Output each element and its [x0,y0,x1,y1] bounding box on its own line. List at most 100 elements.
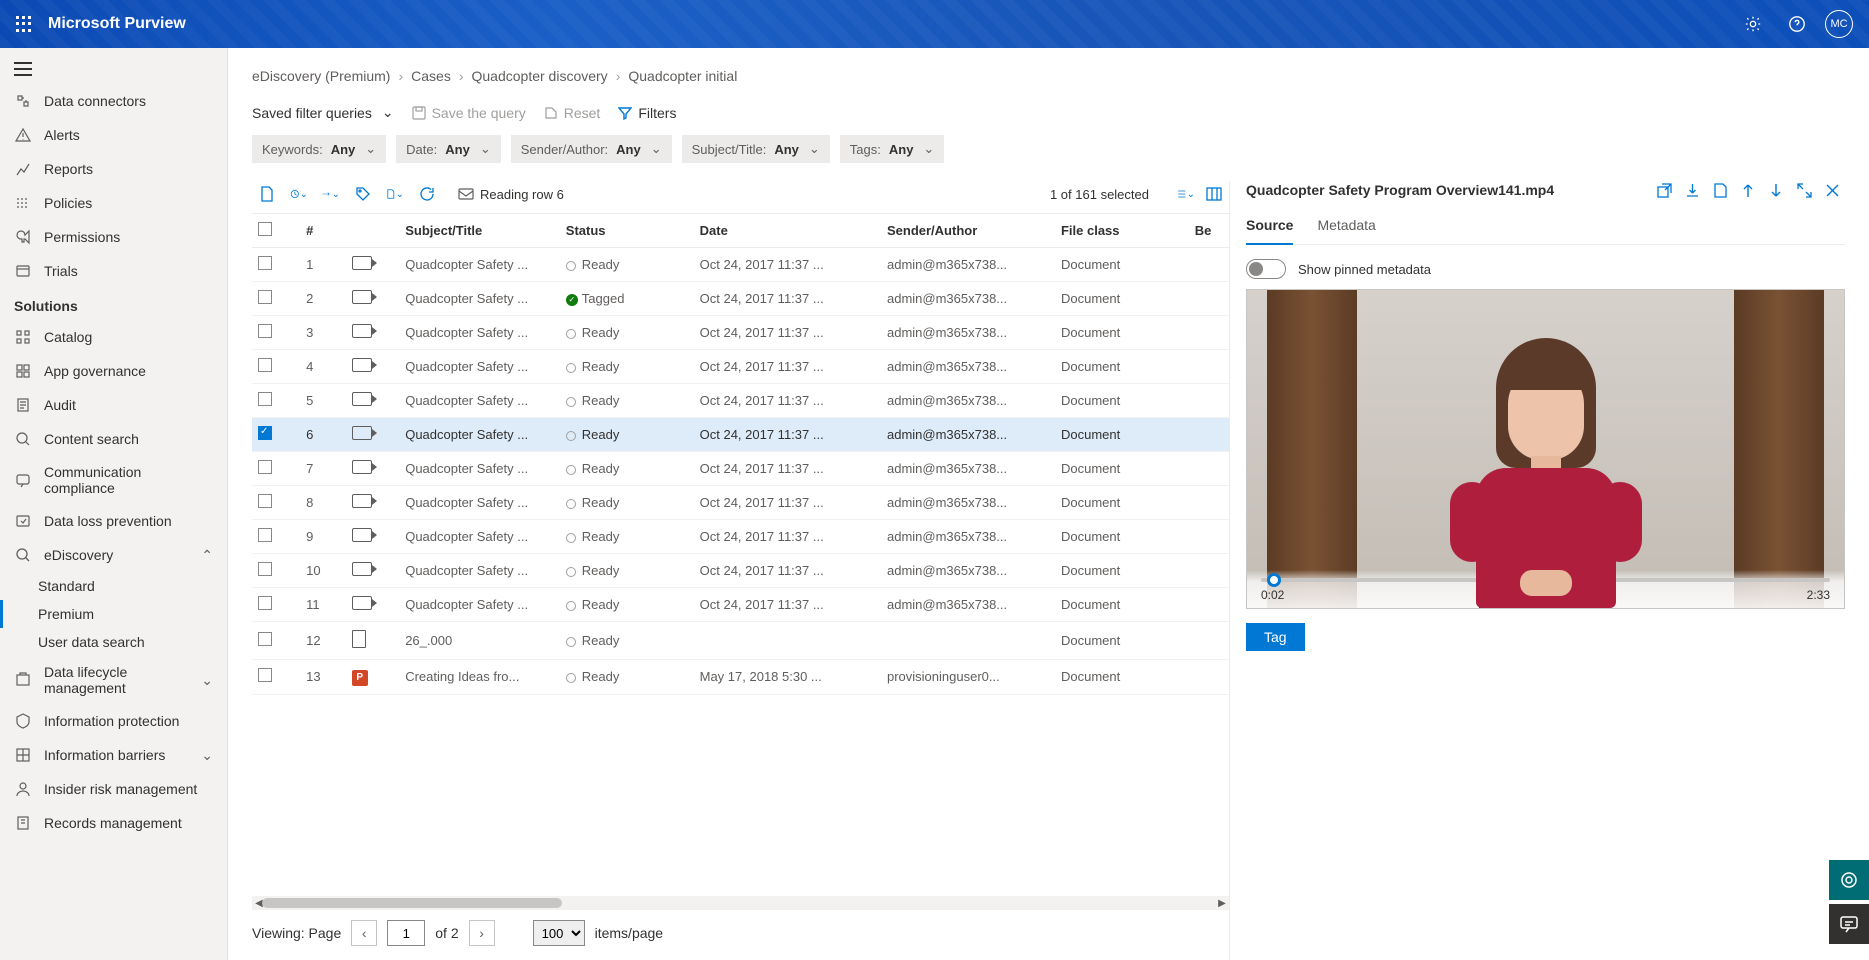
list-view-icon[interactable]: ⌄ [1177,185,1195,203]
relate-icon[interactable]: ⌄ [322,185,340,203]
column-header[interactable]: Sender/Author [881,214,1055,248]
download-icon[interactable] [1683,181,1701,199]
file-icon[interactable] [1711,181,1729,199]
filter-chip[interactable]: Date: Any ⌄ [396,135,501,163]
table-row[interactable]: 10Quadcopter Safety ...ReadyOct 24, 2017… [252,554,1229,588]
column-header[interactable]: Date [694,214,881,248]
nav-item[interactable]: Information protection [0,704,227,738]
tag-action-icon[interactable] [354,185,372,203]
nav-item[interactable]: Permissions [0,220,227,254]
filter-chip[interactable]: Keywords: Any ⌄ [252,135,386,163]
settings-icon[interactable] [1737,8,1769,40]
down-arrow-icon[interactable] [1767,181,1785,199]
sync-icon[interactable]: ⌄ [290,185,308,203]
column-header[interactable]: File class [1055,214,1189,248]
nav-item[interactable]: Records management [0,806,227,840]
nav-item[interactable]: Data connectors [0,84,227,118]
table-row[interactable]: 6Quadcopter Safety ...ReadyOct 24, 2017 … [252,418,1229,452]
tag-button[interactable]: Tag [1246,623,1305,651]
user-avatar[interactable]: MC [1825,10,1853,38]
row-checkbox[interactable] [258,460,272,474]
nav-item[interactable]: App governance [0,354,227,388]
expand-icon[interactable] [1795,181,1813,199]
save-query-button[interactable]: Save the query [412,105,526,121]
column-header[interactable]: Status [560,214,694,248]
table-row[interactable]: 1226_.000ReadyDocument [252,622,1229,660]
pager-page-input[interactable] [387,920,425,946]
row-checkbox[interactable] [258,392,272,406]
pinned-metadata-toggle[interactable] [1246,259,1286,279]
filter-chip[interactable]: Sender/Author: Any ⌄ [511,135,672,163]
row-checkbox[interactable] [258,632,272,646]
tab-metadata[interactable]: Metadata [1317,209,1375,244]
nav-item[interactable]: Communication compliance [0,456,227,504]
nav-sub-item[interactable]: Standard [0,572,227,600]
nav-item[interactable]: Trials [0,254,227,288]
row-checkbox[interactable] [258,426,272,440]
row-checkbox[interactable] [258,596,272,610]
table-row[interactable]: 5Quadcopter Safety ...ReadyOct 24, 2017 … [252,384,1229,418]
row-checkbox[interactable] [258,324,272,338]
column-header[interactable]: Be [1189,214,1229,248]
row-checkbox[interactable] [258,358,272,372]
video-player[interactable]: 0:02 2:33 [1246,289,1845,609]
nav-item[interactable]: Audit [0,388,227,422]
table-row[interactable]: 1Quadcopter Safety ...ReadyOct 24, 2017 … [252,248,1229,282]
tab-source[interactable]: Source [1246,209,1293,245]
nav-item[interactable]: Data loss prevention [0,504,227,538]
refresh-icon[interactable] [418,185,436,203]
row-checkbox[interactable] [258,256,272,270]
row-checkbox[interactable] [258,290,272,304]
row-checkbox[interactable] [258,494,272,508]
pager-size-select[interactable]: 100 [533,920,585,946]
close-icon[interactable] [1823,181,1841,199]
nav-item[interactable]: Reports [0,152,227,186]
column-header[interactable]: # [300,214,346,248]
table-row[interactable]: 7Quadcopter Safety ...ReadyOct 24, 2017 … [252,452,1229,486]
row-checkbox[interactable] [258,528,272,542]
table-row[interactable]: 13PCreating Ideas fro...ReadyMay 17, 201… [252,660,1229,695]
nav-ediscovery[interactable]: eDiscovery ⌃ [0,538,227,572]
saved-queries-dropdown[interactable]: Saved filter queries⌄ [252,104,394,121]
file-action-icon[interactable] [258,185,276,203]
feedback-fab[interactable] [1829,860,1869,900]
select-all-checkbox[interactable] [258,222,272,236]
horizontal-scrollbar[interactable]: ◀▶ [252,896,1229,910]
column-header[interactable] [346,214,400,248]
breadcrumb-item[interactable]: Cases [411,68,451,84]
breadcrumb-item[interactable]: Quadcopter initial [628,68,737,84]
row-checkbox[interactable] [258,562,272,576]
file-menu-icon[interactable]: ⌄ [386,185,404,203]
nav-item[interactable]: Information barriers⌄ [0,738,227,772]
breadcrumb-item[interactable]: eDiscovery (Premium) [252,68,390,84]
row-checkbox[interactable] [258,668,272,682]
table-row[interactable]: 2Quadcopter Safety ...TaggedOct 24, 2017… [252,282,1229,316]
column-options-icon[interactable] [1205,185,1223,203]
nav-item[interactable]: Alerts [0,118,227,152]
hamburger-icon[interactable] [0,54,227,84]
table-row[interactable]: 8Quadcopter Safety ...ReadyOct 24, 2017 … [252,486,1229,520]
pager-prev[interactable]: ‹ [351,920,377,946]
app-launcher-icon[interactable] [0,0,48,48]
nav-sub-item[interactable]: Premium [0,600,227,628]
filter-chip[interactable]: Tags: Any ⌄ [840,135,945,163]
table-row[interactable]: 3Quadcopter Safety ...ReadyOct 24, 2017 … [252,316,1229,350]
nav-item[interactable]: Data lifecycle management⌄ [0,656,227,704]
nav-item[interactable]: Catalog [0,320,227,354]
column-header[interactable]: Subject/Title [399,214,560,248]
filters-button[interactable]: Filters [618,105,676,121]
table-row[interactable]: 11Quadcopter Safety ...ReadyOct 24, 2017… [252,588,1229,622]
column-header[interactable] [252,214,300,248]
breadcrumb-item[interactable]: Quadcopter discovery [472,68,608,84]
nav-item[interactable]: Insider risk management [0,772,227,806]
table-row[interactable]: 9Quadcopter Safety ...ReadyOct 24, 2017 … [252,520,1229,554]
table-row[interactable]: 4Quadcopter Safety ...ReadyOct 24, 2017 … [252,350,1229,384]
reset-button[interactable]: Reset [544,105,601,121]
pager-next[interactable]: › [469,920,495,946]
popout-icon[interactable] [1655,181,1673,199]
chat-fab[interactable] [1829,904,1869,944]
filter-chip[interactable]: Subject/Title: Any ⌄ [682,135,830,163]
nav-item[interactable]: Policies [0,186,227,220]
help-icon[interactable] [1781,8,1813,40]
up-arrow-icon[interactable] [1739,181,1757,199]
